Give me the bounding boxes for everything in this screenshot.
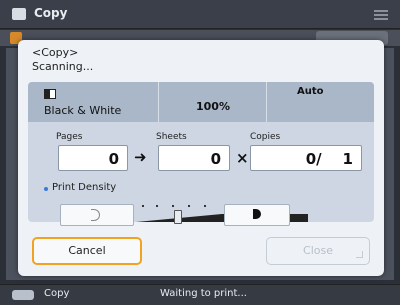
status-message: Waiting to print... bbox=[160, 288, 247, 299]
close-button[interactable]: Close bbox=[266, 237, 370, 265]
ratio-cell: 100% bbox=[158, 82, 267, 122]
slider-tick bbox=[142, 205, 144, 207]
status-bar: Copy Waiting to print... bbox=[0, 284, 400, 305]
density-lighter-button[interactable] bbox=[60, 204, 134, 226]
dialog-status: Scanning... bbox=[32, 60, 94, 73]
dialog-title: <Copy> bbox=[32, 46, 79, 59]
menu-icon[interactable] bbox=[374, 8, 388, 22]
pages-counter: 0 bbox=[58, 145, 128, 171]
lighter-icon bbox=[91, 209, 100, 221]
settings-panel: Black & White 100% Auto Pages Sheets Cop… bbox=[28, 82, 374, 226]
close-button-label: Close bbox=[303, 244, 333, 257]
corner-icon bbox=[356, 251, 363, 258]
sheets-label: Sheets bbox=[156, 132, 187, 142]
pages-label: Pages bbox=[56, 132, 83, 142]
density-slider[interactable] bbox=[132, 204, 308, 224]
app-header: Copy bbox=[0, 0, 400, 29]
slider-tick bbox=[156, 205, 158, 207]
paper-cell: Auto bbox=[266, 82, 375, 122]
copies-counter: 0/ 1 bbox=[250, 145, 362, 171]
slider-tick bbox=[188, 205, 190, 207]
status-bar-app-label: Copy bbox=[44, 288, 70, 299]
slider-thumb[interactable] bbox=[174, 210, 182, 224]
copy-icon bbox=[12, 8, 26, 20]
multiply-icon: × bbox=[236, 149, 249, 167]
slider-tick bbox=[172, 205, 174, 207]
copy-ratio-label: 100% bbox=[196, 100, 230, 113]
arrow-right-icon: ➜ bbox=[134, 148, 147, 166]
copies-label: Copies bbox=[250, 132, 281, 142]
device-icon bbox=[12, 290, 34, 300]
color-mode-label: Black & White bbox=[44, 104, 122, 117]
sheets-counter: 0 bbox=[158, 145, 230, 171]
app-title: Copy bbox=[34, 6, 68, 20]
paper-select-label: Auto bbox=[297, 86, 324, 97]
cancel-button[interactable]: Cancel bbox=[32, 237, 142, 265]
print-density-label: Print Density bbox=[52, 182, 117, 193]
copy-progress-dialog: <Copy> Scanning... Black & White 100% Au… bbox=[18, 40, 384, 276]
bullet-icon bbox=[44, 187, 48, 191]
density-darker-button[interactable] bbox=[224, 204, 290, 226]
darker-icon bbox=[253, 209, 261, 219]
black-white-icon bbox=[44, 89, 56, 99]
slider-tick bbox=[204, 205, 206, 207]
color-mode-cell: Black & White bbox=[28, 82, 158, 122]
settings-summary: Black & White 100% Auto bbox=[28, 82, 374, 122]
